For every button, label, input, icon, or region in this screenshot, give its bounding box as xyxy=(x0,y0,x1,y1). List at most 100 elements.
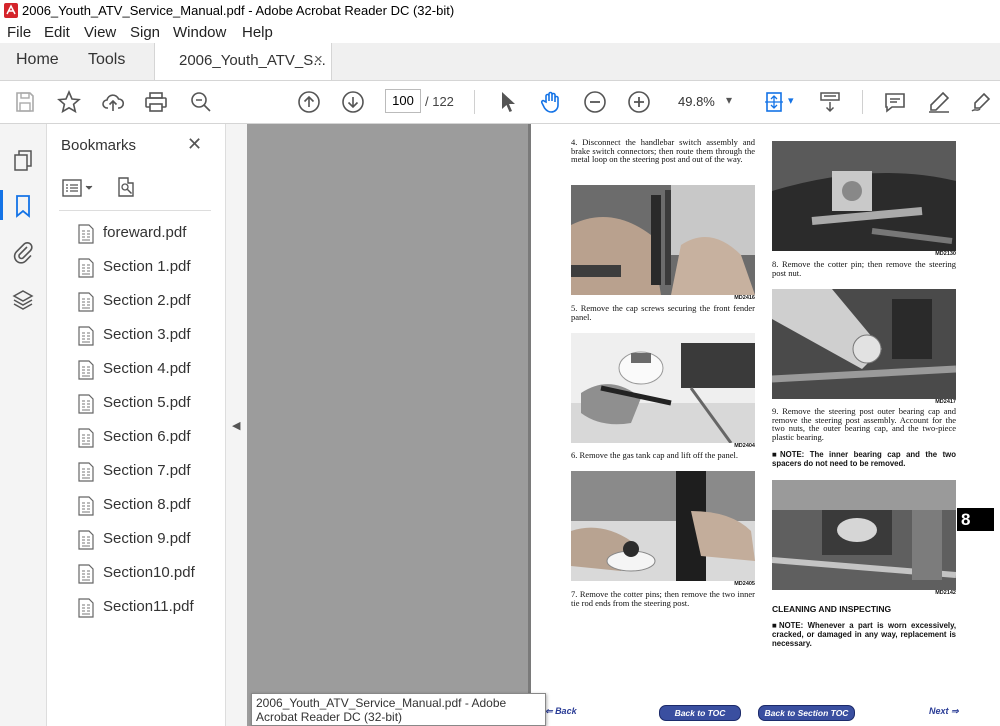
next-arrow-icon: ⇒ xyxy=(951,706,959,716)
menu-sign[interactable]: Sign xyxy=(130,24,160,41)
zoom-in-icon[interactable] xyxy=(627,90,651,114)
bookmark-options-button[interactable] xyxy=(61,177,97,199)
bookmark-label: Section 4.pdf xyxy=(103,360,191,377)
bookmark-icon[interactable] xyxy=(11,194,35,218)
window-tooltip: 2006_Youth_ATV_Service_Manual.pdf - Adob… xyxy=(251,693,546,726)
next-link-label: Next xyxy=(929,706,949,716)
step-4-text: 4. Disconnect the handlebar switch assem… xyxy=(571,137,755,164)
back-link[interactable]: ⇐ Back xyxy=(545,706,577,717)
figure-code: MD2417 xyxy=(935,399,956,405)
left-navigation-rail xyxy=(0,124,47,726)
bookmark-page-icon xyxy=(78,360,94,380)
chevron-down-icon[interactable]: ▾ xyxy=(788,94,794,107)
page-total: / 122 xyxy=(425,94,454,109)
document-view[interactable]: 4. Disconnect the handlebar switch assem… xyxy=(247,124,1000,726)
bookmark-page-icon xyxy=(78,326,94,346)
back-to-toc-button[interactable]: Back to TOC xyxy=(659,705,741,721)
step-6-text: 6. Remove the gas tank cap and lift off … xyxy=(571,450,738,460)
bookmark-label: Section 5.pdf xyxy=(103,394,191,411)
toolbar-divider xyxy=(474,90,475,114)
note-inner-bearing: ■NOTE: The inner bearing cap and the two… xyxy=(772,450,956,468)
figure-code: MD2416 xyxy=(734,295,755,301)
figure-bearing-cap-photo xyxy=(772,480,956,590)
back-link-label: Back xyxy=(555,706,577,716)
hand-tool-icon[interactable] xyxy=(539,90,563,114)
figure-fender-photo xyxy=(571,333,755,443)
bookmark-label: Section11.pdf xyxy=(103,598,194,615)
step-5-text: 5. Remove the cap screws securing the fr… xyxy=(571,303,755,322)
next-page-icon[interactable] xyxy=(341,90,365,114)
highlight-pen-icon[interactable] xyxy=(927,90,951,114)
figure-code: MD2142 xyxy=(935,590,956,596)
step-8-text: 8. Remove the cotter pin; then remove th… xyxy=(772,259,956,278)
previous-page-icon[interactable] xyxy=(297,90,321,114)
page-thumbnails-icon[interactable] xyxy=(11,148,35,172)
zoom-out-icon[interactable] xyxy=(583,90,607,114)
collapse-arrow-icon[interactable]: ◀ xyxy=(232,419,240,432)
menu-edit[interactable]: Edit xyxy=(44,24,70,41)
bookmark-label: Section 2.pdf xyxy=(103,292,191,309)
menu-bar: File Edit View Sign Window Help xyxy=(0,22,1000,43)
next-link[interactable]: Next ⇒ xyxy=(929,706,959,717)
panel-collapse-strip[interactable]: ◀ xyxy=(226,124,248,726)
fit-page-icon[interactable] xyxy=(762,90,786,114)
figure-code: MD2130 xyxy=(935,251,956,257)
zoom-level-value: 49.8% xyxy=(678,94,715,109)
back-arrow-icon: ⇐ xyxy=(545,706,553,716)
attachment-icon[interactable] xyxy=(11,240,35,264)
tab-home[interactable]: Home xyxy=(16,51,59,69)
bookmark-page-icon xyxy=(78,394,94,414)
star-icon[interactable] xyxy=(57,89,81,114)
zoom-search-icon[interactable] xyxy=(189,90,213,114)
sign-icon[interactable] xyxy=(970,90,994,114)
menu-file[interactable]: File xyxy=(7,24,31,41)
figure-tie-rod-photo xyxy=(571,471,755,581)
bookmark-page-icon xyxy=(78,462,94,482)
previous-page-area xyxy=(247,124,528,726)
back-to-section-toc-button[interactable]: Back to Section TOC xyxy=(758,705,855,721)
scroll-mode-icon[interactable] xyxy=(818,90,842,114)
menu-view[interactable]: View xyxy=(84,24,116,41)
bookmark-label: Section 8.pdf xyxy=(103,496,191,513)
figure-code: MD2404 xyxy=(734,443,755,449)
print-icon[interactable] xyxy=(144,90,168,114)
page-number-input[interactable] xyxy=(385,89,421,113)
step-7-text: 7. Remove the cotter pins; then remove t… xyxy=(571,589,755,608)
figure-steering-post-photo xyxy=(772,141,956,251)
step-9-text: 9. Remove the steering post outer bearin… xyxy=(772,406,956,442)
figure-steering-nut-photo xyxy=(772,289,956,399)
panel-divider xyxy=(59,210,211,211)
bookmark-label: foreward.pdf xyxy=(103,224,187,241)
upload-cloud-icon[interactable] xyxy=(101,90,125,114)
bookmark-label: Section 6.pdf xyxy=(103,428,191,445)
bookmark-page-icon xyxy=(78,428,94,448)
pdf-page: 4. Disconnect the handlebar switch assem… xyxy=(531,124,1000,726)
bookmarks-panel: Bookmarks ✕ foreward.pdf Section 1.pdf S… xyxy=(47,124,226,726)
save-icon[interactable] xyxy=(13,90,37,114)
layers-icon[interactable] xyxy=(11,288,35,312)
bookmark-page-icon xyxy=(78,258,94,278)
tab-tools[interactable]: Tools xyxy=(88,51,125,69)
menu-help[interactable]: Help xyxy=(242,24,273,41)
find-bookmark-icon[interactable] xyxy=(115,176,137,198)
tab-bar: Home Tools 2006_Youth_ATV_S... × xyxy=(0,43,1000,81)
select-cursor-icon[interactable] xyxy=(496,90,520,114)
bookmark-page-icon xyxy=(78,224,94,244)
note-replacement: ■NOTE: Whenever a part is worn excessive… xyxy=(772,621,956,648)
bookmark-label: Section10.pdf xyxy=(103,564,195,581)
close-panel-button[interactable]: ✕ xyxy=(187,134,202,155)
toolbar-divider xyxy=(862,90,863,114)
bookmark-page-icon xyxy=(78,564,94,584)
comment-icon[interactable] xyxy=(883,90,907,114)
toolbar: / 122 49.8% ▾ ▾ xyxy=(0,81,1000,124)
zoom-level-dropdown[interactable]: 49.8% ▾ xyxy=(670,89,742,113)
active-panel-indicator xyxy=(0,190,3,220)
tab-document[interactable]: 2006_Youth_ATV_S... × xyxy=(154,43,332,80)
tab-close-button[interactable]: × xyxy=(314,51,323,68)
bookmark-page-icon xyxy=(78,598,94,618)
title-bar: 2006_Youth_ATV_Service_Manual.pdf - Adob… xyxy=(0,0,1000,23)
section-number-tab: 8 xyxy=(957,508,994,531)
acrobat-logo-icon xyxy=(4,3,18,18)
menu-window[interactable]: Window xyxy=(173,24,226,41)
figure-handlebar-photo xyxy=(571,185,755,295)
